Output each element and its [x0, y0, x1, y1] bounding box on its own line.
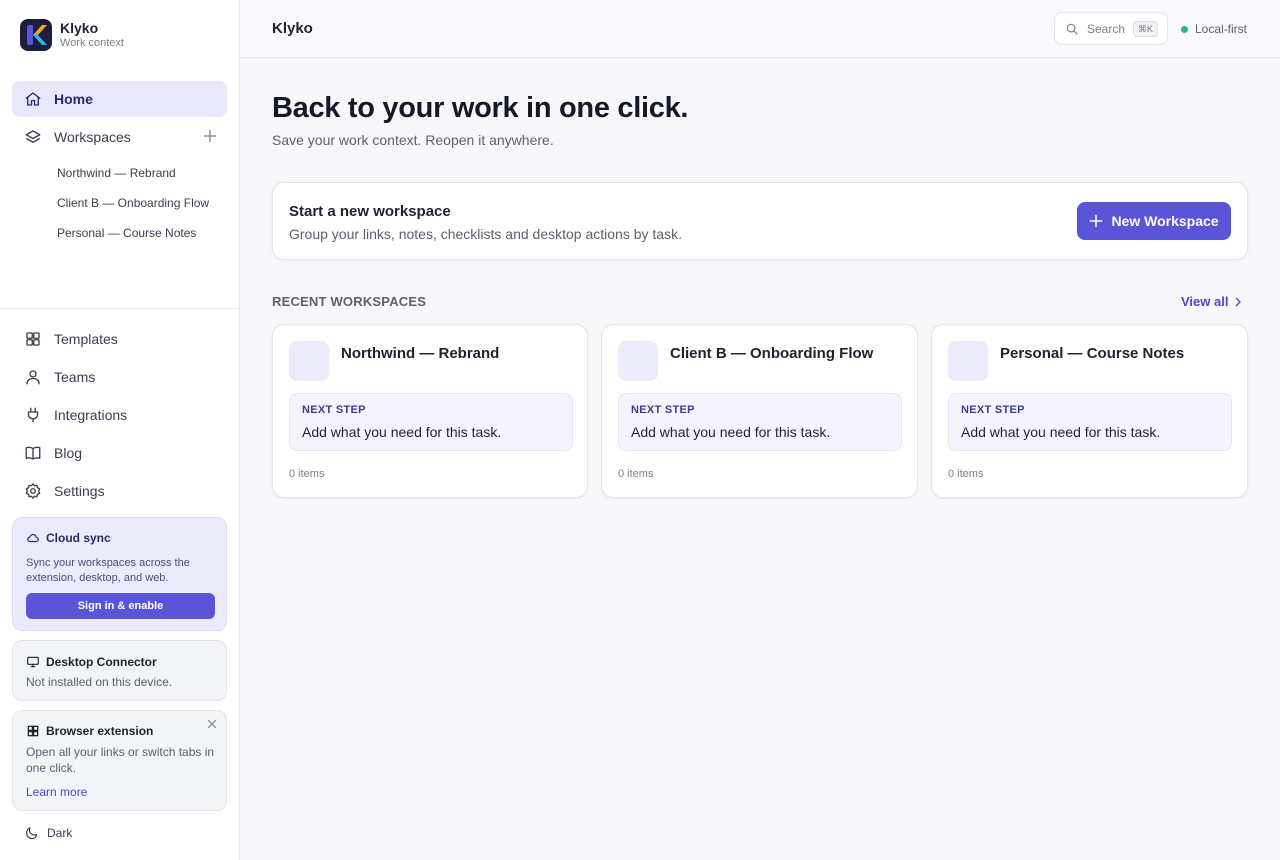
- start-workspace-title: Start a new workspace: [289, 203, 451, 220]
- app-subtitle: Work context: [60, 37, 124, 49]
- browser-extension-card: Browser extension Open all your links or…: [12, 710, 227, 811]
- monitor-icon: [27, 656, 39, 668]
- top-bar: Klyko Search ⌘K Local-first: [240, 0, 1280, 58]
- browser-extension-header: Browser extension: [26, 724, 153, 738]
- view-all-label: View all: [1181, 294, 1229, 309]
- workspace-name: Personal — Course Notes: [1000, 345, 1185, 362]
- moon-icon: [26, 827, 38, 840]
- chevron-right-icon: [1236, 297, 1242, 306]
- nav-settings[interactable]: Settings: [12, 473, 227, 509]
- search-icon: [1066, 23, 1078, 35]
- browser-extension-title: Browser extension: [46, 724, 154, 738]
- klyko-logo-icon: [20, 19, 52, 51]
- nav-templates-label: Templates: [54, 331, 118, 347]
- new-workspace-label: New Workspace: [1111, 213, 1219, 229]
- plus-icon: [1090, 214, 1103, 228]
- nav-settings-label: Settings: [54, 483, 105, 499]
- nav-home[interactable]: Home: [12, 81, 227, 117]
- desktop-connector-header: Desktop Connector: [26, 655, 157, 669]
- sidebar-divider: [0, 308, 239, 309]
- workspace-name: Northwind — Rebrand: [341, 345, 500, 362]
- home-icon: [25, 92, 41, 106]
- next-step-label: NEXT STEP: [302, 404, 366, 416]
- sign-in-enable-button[interactable]: Sign in & enable: [26, 593, 215, 619]
- recent-workspaces-heading: RECENT WORKSPACES: [272, 294, 427, 309]
- close-icon[interactable]: [207, 719, 217, 729]
- workspace-icon: [618, 341, 658, 381]
- next-step-text: Add what you need for this task.: [302, 424, 502, 440]
- learn-more-link[interactable]: Learn more: [26, 785, 87, 799]
- next-step-text: Add what you need for this task.: [631, 424, 831, 440]
- search-button[interactable]: Search ⌘K: [1054, 12, 1168, 45]
- workspace-name: Client B — Onboarding Flow: [670, 345, 874, 362]
- status-dot: [1181, 25, 1188, 33]
- nav-home-label: Home: [54, 91, 93, 107]
- layers-icon: [25, 130, 41, 143]
- gear-icon: [25, 483, 41, 499]
- nav-integrations-label: Integrations: [54, 407, 128, 423]
- nav-workspaces[interactable]: Workspaces: [12, 119, 227, 155]
- next-step-text: Add what you need for this task.: [961, 424, 1161, 440]
- view-all-link[interactable]: View all: [1181, 294, 1242, 309]
- next-step-label: NEXT STEP: [961, 404, 1025, 416]
- sidebar-workspace-northwind[interactable]: Northwind — Rebrand: [57, 166, 176, 180]
- search-label: Search: [1087, 21, 1126, 36]
- next-step-box: NEXT STEP Add what you need for this tas…: [289, 393, 573, 451]
- page-title: Klyko: [272, 20, 313, 37]
- cloud-icon: [27, 533, 39, 543]
- nav-blog-label: Blog: [54, 445, 83, 461]
- start-workspace-text: Group your links, notes, checklists and …: [289, 226, 682, 242]
- nav-teams-label: Teams: [54, 369, 96, 385]
- status-label: Local-first: [1195, 22, 1248, 36]
- item-count: 0 items: [289, 468, 325, 480]
- next-step-label: NEXT STEP: [631, 404, 695, 416]
- item-count: 0 items: [618, 468, 654, 480]
- nav-templates[interactable]: Templates: [12, 321, 227, 357]
- workspace-card-northwind[interactable]: Northwind — Rebrand NEXT STEP Add what y…: [272, 324, 588, 498]
- workspace-card-personal[interactable]: Personal — Course Notes NEXT STEP Add wh…: [931, 324, 1248, 498]
- workspace-card-client-b[interactable]: Client B — Onboarding Flow NEXT STEP Add…: [601, 324, 918, 498]
- book-icon: [25, 446, 41, 460]
- add-workspace-icon[interactable]: [203, 129, 217, 143]
- desktop-connector-text: Not installed on this device.: [26, 675, 173, 689]
- start-workspace-card: Start a new workspace Group your links, …: [272, 182, 1248, 260]
- new-workspace-button[interactable]: New Workspace: [1077, 202, 1231, 240]
- search-shortcut-badge: ⌘K: [1132, 21, 1158, 37]
- local-first-status: Local-first: [1181, 22, 1247, 36]
- plug-icon: [27, 407, 39, 423]
- grid-icon: [26, 332, 40, 346]
- nav-workspaces-label: Workspaces: [54, 129, 131, 145]
- app-name: Klyko: [60, 20, 99, 36]
- sidebar-workspace-personal[interactable]: Personal — Course Notes: [57, 226, 196, 240]
- next-step-box: NEXT STEP Add what you need for this tas…: [618, 393, 902, 451]
- desktop-connector-title: Desktop Connector: [46, 655, 157, 669]
- dark-mode-label: Dark: [47, 826, 73, 840]
- dark-mode-toggle[interactable]: Dark: [25, 826, 72, 840]
- cloud-sync-text: Sync your workspaces across the extensio…: [26, 557, 190, 584]
- cloud-sync-title: Cloud sync: [46, 531, 111, 545]
- extension-grid-icon: [27, 725, 39, 737]
- workspace-icon: [948, 341, 988, 381]
- desktop-connector-card: Desktop Connector Not installed on this …: [12, 640, 227, 701]
- sidebar-workspace-client-b[interactable]: Client B — Onboarding Flow: [57, 196, 209, 210]
- nav-blog[interactable]: Blog: [12, 435, 227, 471]
- next-step-box: NEXT STEP Add what you need for this tas…: [948, 393, 1232, 451]
- nav-teams[interactable]: Teams: [12, 359, 227, 395]
- cloud-sync-header: Cloud sync: [26, 531, 111, 545]
- cloud-sync-card: Cloud sync Sync your workspaces across t…: [12, 517, 227, 631]
- workspace-icon: [289, 341, 329, 381]
- brand[interactable]: Klyko Work context: [20, 19, 124, 51]
- browser-extension-text: Open all your links or switch tabs in on…: [26, 745, 215, 775]
- hero-title: Back to your work in one click.: [272, 92, 689, 124]
- hero-subtitle: Save your work context. Reopen it anywhe…: [272, 132, 554, 148]
- sidebar: Klyko Work context Home Workspaces North…: [0, 0, 240, 860]
- nav-integrations[interactable]: Integrations: [12, 397, 227, 433]
- user-icon: [26, 370, 40, 385]
- item-count: 0 items: [948, 468, 984, 480]
